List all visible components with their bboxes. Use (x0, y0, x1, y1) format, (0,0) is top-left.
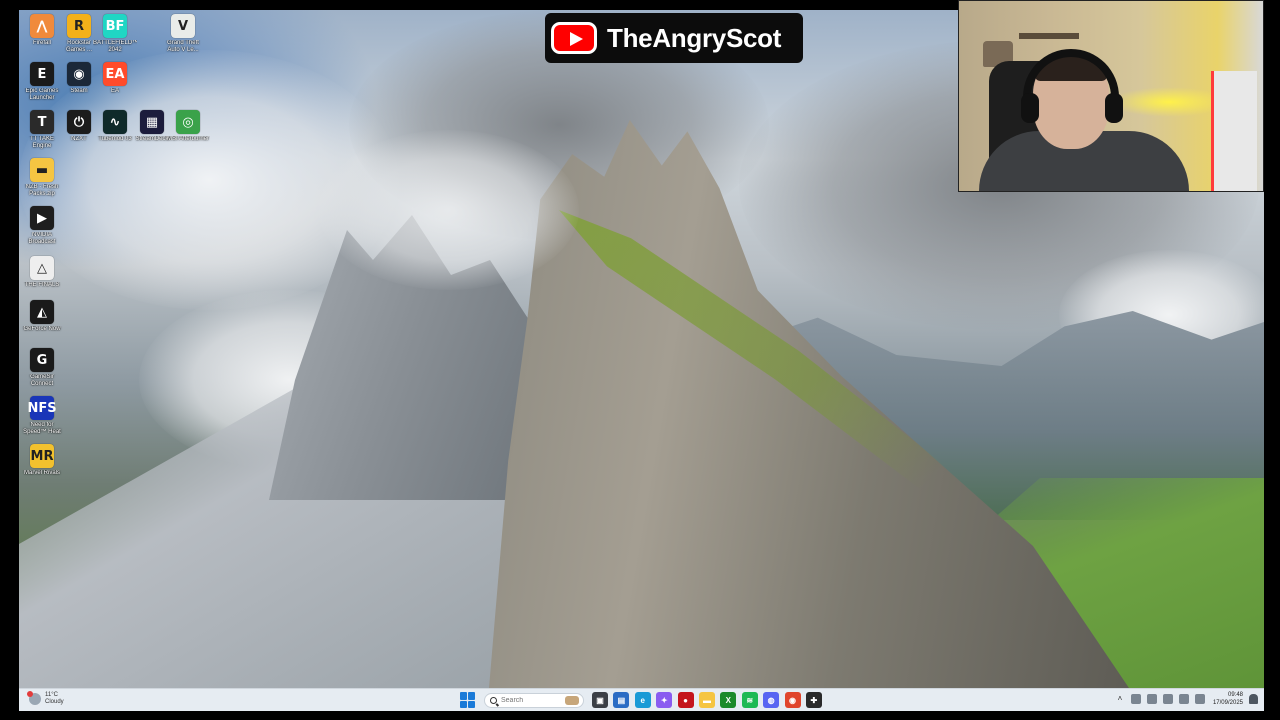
tubemod-icon: ∿ (103, 110, 127, 134)
weather-condition: Cloudy (45, 699, 64, 705)
youtube-play-icon (551, 22, 597, 54)
search-highlight-icon (565, 695, 579, 705)
desktop-icon[interactable]: T TT TAKE Engine (22, 110, 62, 150)
desktop-icon-label: MSI Afterburner (166, 136, 210, 142)
steam-icon: ◉ (67, 62, 91, 86)
streamdeck-icon: ▦ (140, 110, 164, 134)
headset-earcup (1105, 93, 1123, 123)
desktop-icon-label: NVIDIA Broadcast (28, 232, 56, 245)
webcam-pc-case (1211, 71, 1257, 191)
volume-icon[interactable] (1178, 694, 1189, 704)
app-red-icon[interactable]: ◉ (784, 692, 801, 708)
battlefield-icon: BF (103, 14, 127, 38)
system-tray: ˄ 09:48 17/09/2025 (1109, 691, 1258, 707)
geforce-now-icon: ◭ (30, 300, 54, 324)
network-icon[interactable] (1146, 694, 1157, 704)
file-explorer-icon[interactable]: ▤ (613, 692, 630, 708)
cloud-weather-icon (27, 691, 41, 705)
record-icon[interactable]: ● (677, 692, 694, 708)
desktop-icon-label: GameSir Connect (30, 374, 54, 387)
desktop-icon-label: Need for Speed™ Heat (23, 422, 61, 435)
rockstar-icon: R (67, 14, 91, 38)
marvel-rivals-icon: MR (30, 444, 54, 468)
desktop-icon-label: Marvel Rivals (23, 470, 60, 476)
clock-time: 09:48 (1227, 692, 1243, 698)
desktop-icon[interactable]: ▬ NZB - Fresh Packs.zip (22, 158, 62, 198)
discord-icon[interactable]: ◍ (763, 692, 780, 708)
weather-temp: 11°C (45, 692, 58, 698)
desktop-icon-label: Grand Theft Auto V Le... (167, 40, 199, 53)
epic-games-icon: E (30, 62, 54, 86)
folder-icon[interactable]: ▬ (698, 692, 715, 708)
desktop-icon[interactable]: ◎ MSI Afterburner (166, 110, 210, 143)
desktop-icon-label: GeForce Now (23, 326, 61, 332)
clock-date: 17/09/2025 (1212, 700, 1243, 706)
folder-icon: ▬ (30, 158, 54, 182)
webcam-shelf (1019, 33, 1079, 39)
battery-icon[interactable] (1162, 694, 1173, 704)
nzxt-icon: ⏻ (67, 110, 91, 134)
taskbar: 11°C Cloudy ▣ ▤e ✦●▬ X≋ ◍◉✚ ˄ 09:48 17/09/20… (19, 688, 1264, 711)
weather-text: 11°C Cloudy (45, 692, 64, 706)
chevron-up-icon[interactable]: ˄ (1115, 694, 1125, 704)
spotify-icon[interactable]: ≋ (741, 692, 758, 708)
msi-afterburner-icon: ◎ (176, 110, 200, 134)
notification-bell-icon[interactable] (1249, 694, 1258, 704)
desktop-icon[interactable]: BF BATTLEFIELD™ 2042 (93, 14, 137, 54)
firefall-icon: ⋀ (30, 14, 54, 38)
desktop-icon-label: BATTLEFIELD™ 2042 (93, 40, 137, 53)
search-input[interactable] (501, 696, 561, 704)
gamesir-icon: G (30, 348, 54, 372)
clock[interactable]: 09:48 17/09/2025 (1213, 691, 1243, 707)
desktop-icon[interactable]: ∿ Tubemod 03 (95, 110, 135, 143)
task-view-icon[interactable]: ▣ (592, 692, 608, 708)
speaker-icon[interactable] (1130, 694, 1141, 704)
gta-icon: V (171, 14, 195, 38)
wifi-icon[interactable] (1194, 694, 1205, 704)
desktop-icon[interactable]: ▶ NVIDIA Broadcast (22, 206, 62, 246)
desktop-icon[interactable]: E Epic Games Launcher (22, 62, 62, 102)
desktop-icon[interactable]: V Grand Theft Auto V Le... (163, 14, 203, 54)
game-bar-icon[interactable]: ✚ (805, 692, 822, 708)
xbox-icon[interactable]: X (720, 692, 737, 708)
the-finals-icon: △ (30, 256, 54, 280)
desktop-icon-label: THE FINALS (24, 282, 60, 288)
channel-name: TheAngryScot (607, 22, 782, 53)
nvidia-broadcast-icon: ▶ (30, 206, 54, 230)
search-icon (490, 696, 497, 704)
taskbar-center: ▣ ▤e ✦●▬ X≋ ◍◉✚ (460, 692, 827, 708)
desktop-icon[interactable]: ⋀ Firefall (22, 14, 62, 47)
desktop-icon[interactable]: EA EA (95, 62, 135, 95)
channel-badge: TheAngryScot (545, 13, 803, 63)
edge-browser-icon[interactable]: e (634, 692, 651, 708)
desktop-icon-label: EA (110, 88, 119, 94)
desktop-icon[interactable]: △ THE FINALS (22, 256, 62, 289)
ea-icon: EA (103, 62, 127, 86)
desktop-icon[interactable]: MR Marvel Rivals (22, 444, 62, 477)
headset-earcup (1021, 93, 1039, 123)
webcam-overlay (958, 0, 1264, 192)
wallpaper-mist (319, 130, 579, 290)
desktop-icon-label: NZB - Fresh Packs.zip (25, 184, 59, 197)
tt-engine-icon: T (30, 110, 54, 134)
taskbar-search[interactable] (484, 692, 584, 708)
copilot-icon[interactable]: ✦ (656, 692, 673, 708)
desktop-icon[interactable]: G GameSir Connect (22, 348, 62, 388)
taskbar-apps: ▣ ▤ e ✦ ● ▬ X ≋ ◍ ◉ ✚ (592, 692, 827, 708)
weather-widget[interactable]: 11°C Cloudy (27, 691, 64, 706)
desktop-icon[interactable]: NFS Need for Speed™ Heat (22, 396, 62, 436)
nfs-heat-icon: NFS (27, 396, 57, 420)
desktop-icon[interactable]: ◭ GeForce Now (22, 300, 62, 333)
windows-start-icon[interactable] (460, 692, 476, 708)
